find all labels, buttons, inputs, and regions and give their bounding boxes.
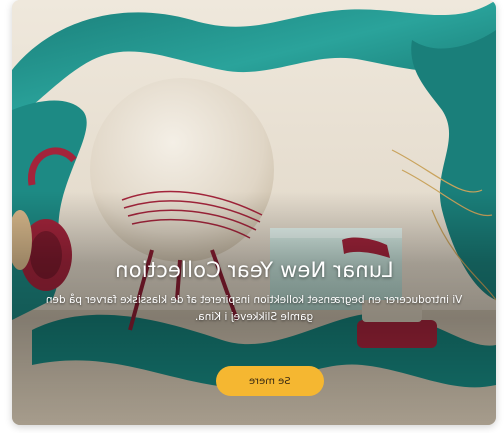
hero-image [12,0,496,425]
promo-card[interactable]: Lunar New Year Collection Vi introducere… [12,0,496,425]
promo-description: Vi introducerer en begrænset kollektion … [45,294,463,323]
promo-title: Lunar New Year Collection [114,258,394,282]
see-more-button[interactable]: Se mere [216,366,324,396]
see-more-label: Se mere [249,375,291,387]
promo-content: Lunar New Year Collection Vi introducere… [12,258,496,326]
